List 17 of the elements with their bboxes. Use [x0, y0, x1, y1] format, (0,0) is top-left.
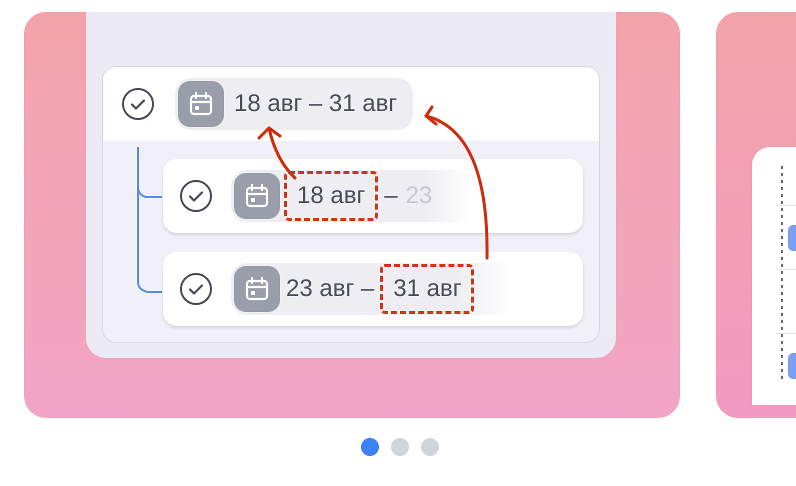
date-text: – [383, 181, 399, 211]
calendar-icon [234, 266, 280, 312]
date-chip[interactable]: 18 авг – 31 авг [175, 78, 414, 130]
calendar-icon [178, 81, 224, 127]
date-range: 18 авг – 31 авг [234, 89, 398, 119]
calendar-icon [234, 173, 280, 219]
curved-arrow [258, 126, 296, 180]
tag-block [788, 224, 796, 250]
date-text: 23 авг – [285, 274, 376, 304]
date-text: 18 авг [284, 171, 378, 221]
tag-block [788, 352, 796, 378]
subtask-row[interactable]: 23 авг – 31 авг [163, 252, 583, 326]
check-circle-icon[interactable] [179, 272, 213, 306]
date-text: 31 авг [380, 264, 474, 314]
check-circle-icon[interactable] [179, 179, 213, 213]
parent-row[interactable]: 18 авг – 31 авг [103, 67, 599, 141]
check-circle-icon[interactable] [121, 87, 155, 121]
